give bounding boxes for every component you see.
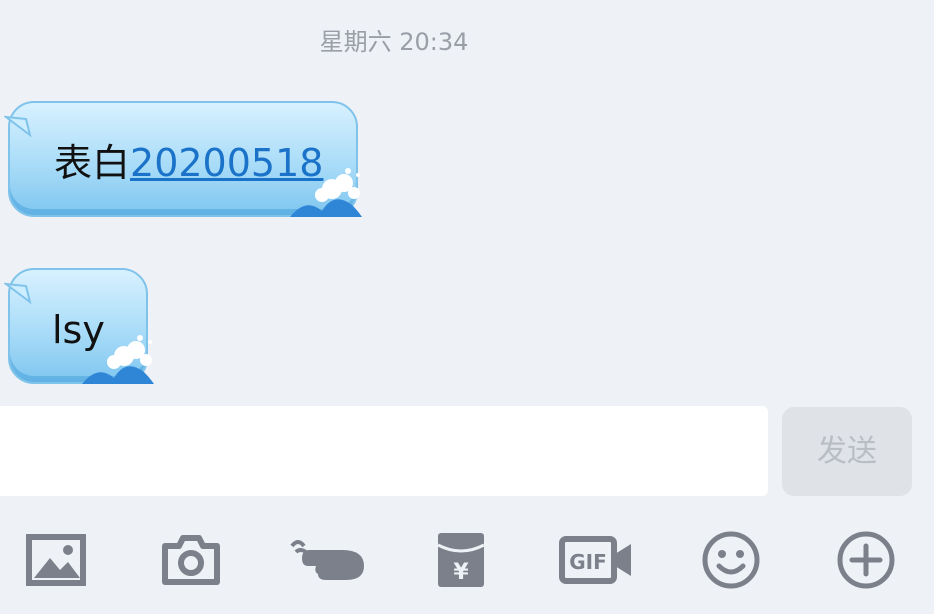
gif-button[interactable]: GIF bbox=[556, 520, 636, 600]
message-input[interactable] bbox=[0, 406, 768, 496]
camera-button[interactable] bbox=[151, 520, 231, 600]
wave-decoration-icon bbox=[290, 168, 362, 217]
bubble-tail bbox=[4, 282, 32, 305]
send-button[interactable]: 发送 bbox=[782, 407, 912, 496]
timestamp: 星期六 20:34 bbox=[319, 28, 469, 56]
camera-icon bbox=[162, 535, 220, 585]
input-toolbar: ¥ GIF bbox=[0, 520, 934, 610]
image-icon bbox=[26, 534, 86, 586]
image-button[interactable] bbox=[16, 520, 96, 600]
more-button[interactable] bbox=[826, 520, 906, 600]
wave-decoration-icon bbox=[82, 335, 154, 384]
yuan-symbol: ¥ bbox=[453, 560, 469, 585]
gif-video-icon: GIF bbox=[559, 536, 631, 584]
message-bubble[interactable]: 表白20200518 bbox=[4, 101, 362, 217]
bubble-tail bbox=[4, 115, 32, 138]
message-prefix: 表白 bbox=[54, 141, 131, 185]
poke-hand-icon bbox=[290, 540, 364, 580]
red-packet-icon: ¥ bbox=[437, 533, 485, 587]
plus-icon bbox=[837, 531, 895, 589]
red-packet-button[interactable]: ¥ bbox=[421, 520, 501, 600]
emoji-button[interactable] bbox=[691, 520, 771, 600]
gif-label: GIF bbox=[569, 550, 607, 574]
message-text: 表白20200518 bbox=[54, 141, 323, 185]
message-bubble[interactable]: lsy bbox=[4, 268, 154, 384]
message-input-container[interactable] bbox=[0, 406, 768, 496]
emoji-icon bbox=[702, 531, 760, 589]
poke-button[interactable] bbox=[286, 520, 370, 600]
